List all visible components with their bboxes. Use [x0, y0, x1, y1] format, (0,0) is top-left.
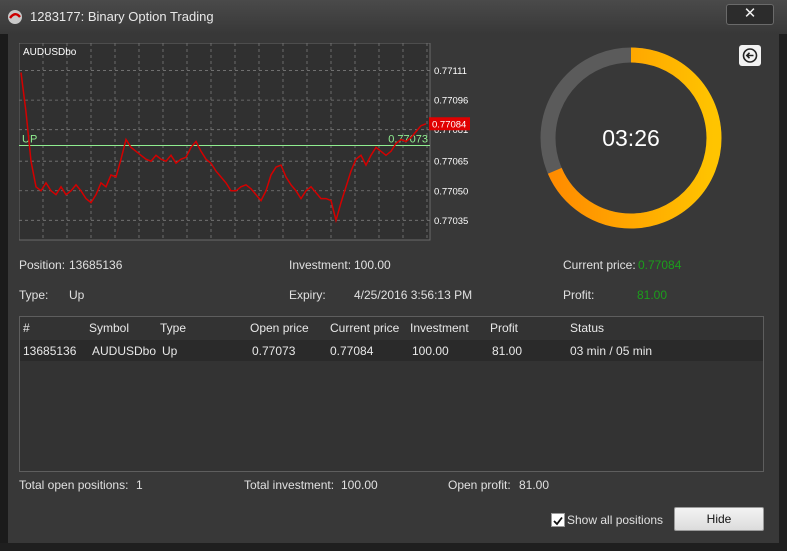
title-bar: 1283177: Binary Option Trading ✕ [0, 0, 787, 34]
chart-y-tick: 0.77065 [434, 157, 468, 168]
investment-label: Investment: [289, 258, 352, 272]
cell-investment: 100.00 [412, 344, 449, 358]
col-header-open-price[interactable]: Open price [250, 321, 309, 335]
current-price-tag-label: 0.77084 [432, 119, 466, 130]
profit-value: 81.00 [637, 288, 668, 302]
total-open-positions-label: Total open positions: [19, 478, 129, 492]
position-value: 13685136 [69, 258, 123, 272]
binary-option-dialog: AUDUSDbo 0.77111 0.77096 0.77081 0.77065 0.7… [8, 33, 779, 543]
open-profit-label: Open profit: [448, 478, 511, 492]
window-border-bottom [0, 543, 787, 551]
col-header-id[interactable]: # [23, 321, 30, 335]
chart-symbol: AUDUSDbo [23, 47, 77, 58]
app-icon [8, 10, 22, 24]
current-price-value: 0.77084 [638, 258, 682, 272]
expiry-label: Expiry: [289, 288, 326, 302]
col-header-type[interactable]: Type [160, 321, 186, 335]
hide-button[interactable]: Hide [674, 507, 764, 531]
col-header-investment[interactable]: Investment [410, 321, 469, 335]
table-header: # Symbol Type Open price Current price I… [20, 317, 763, 339]
chart-y-tick: 0.77096 [434, 96, 468, 107]
cell-symbol: AUDUSDbo [92, 344, 157, 358]
back-button[interactable] [739, 45, 761, 66]
chart-y-tick: 0.77035 [434, 216, 468, 227]
total-investment-value: 100.00 [341, 478, 378, 492]
profit-label: Profit: [563, 288, 595, 302]
chart-y-tick: 0.77050 [434, 186, 468, 197]
expiry-value: 4/25/2016 3:56:13 PM [354, 288, 473, 302]
cell-id: 13685136 [23, 344, 77, 358]
price-chart: AUDUSDbo 0.771110.770960.770810.770650.7… [19, 43, 470, 241]
cell-type: Up [162, 344, 178, 358]
col-header-profit[interactable]: Profit [490, 321, 518, 335]
type-value: Up [69, 288, 85, 302]
cell-profit: 81.00 [492, 344, 523, 358]
show-all-positions-checkbox[interactable] [551, 513, 565, 527]
checkmark-icon [553, 516, 563, 526]
table-row[interactable]: 13685136 AUDUSDbo Up 0.77073 0.77084 100… [20, 340, 763, 361]
expiry-timer: 03:26 [538, 45, 724, 231]
type-label: Type: [19, 288, 49, 302]
position-label: Position: [19, 258, 66, 272]
window-border-right [779, 34, 787, 551]
cell-current-price: 0.77084 [330, 344, 374, 358]
arrow-left-circle-icon [742, 48, 758, 63]
show-all-positions-label[interactable]: Show all positions [567, 513, 663, 527]
timer-countdown: 03:26 [602, 125, 660, 151]
total-investment-label: Total investment: [244, 478, 335, 492]
col-header-symbol[interactable]: Symbol [89, 321, 129, 335]
chart-y-tick: 0.77111 [434, 66, 467, 77]
cell-open-price: 0.77073 [252, 344, 296, 358]
positions-table: # Symbol Type Open price Current price I… [19, 316, 764, 472]
investment-value: 100.00 [354, 258, 391, 272]
total-open-positions-value: 1 [136, 478, 143, 492]
window-title: 1283177: Binary Option Trading [30, 9, 214, 24]
col-header-status[interactable]: Status [570, 321, 604, 335]
close-button[interactable]: ✕ [726, 4, 774, 25]
current-price-label: Current price: [563, 258, 636, 272]
cell-status: 03 min / 05 min [570, 344, 653, 358]
open-profit-value: 81.00 [519, 478, 550, 492]
col-header-current-price[interactable]: Current price [330, 321, 399, 335]
